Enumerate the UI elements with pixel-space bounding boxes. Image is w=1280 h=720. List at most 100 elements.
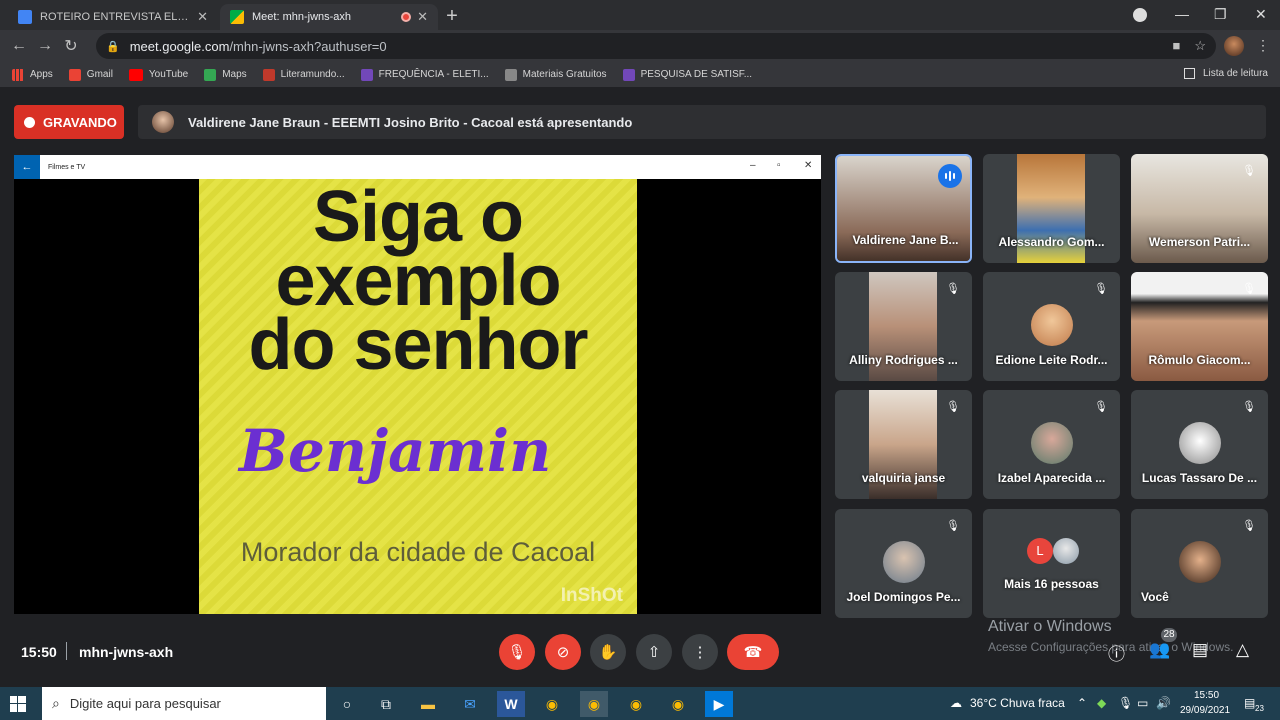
chrome-icon[interactable]: ◉ — [538, 691, 566, 717]
present-button[interactable]: ⇧ — [636, 634, 672, 670]
camera-icon[interactable]: ■ — [1172, 38, 1180, 54]
more-participants-tile[interactable]: L Mais 16 pessoas — [983, 509, 1120, 618]
address-bar[interactable]: 🔒 meet.google.com /mhn-jwns-axh?authuser… — [96, 33, 1216, 59]
minimize-icon[interactable]: – — [750, 160, 756, 171]
leave-call-button[interactable]: ☎ — [727, 634, 779, 670]
participant-name: Joel Domingos Pe... — [846, 590, 961, 604]
participant-tile[interactable]: 🎙 Alliny Rodrigues ... — [835, 272, 972, 381]
bookmark-literamundo[interactable]: Literamundo... — [262, 68, 345, 81]
star-icon[interactable]: ☆ — [1194, 38, 1206, 54]
bookmark-pesquisa[interactable]: PESQUISA DE SATISF... — [622, 68, 753, 81]
url-host: meet.google.com — [129, 38, 230, 54]
participant-tile[interactable]: Alessandro Gom... — [983, 154, 1120, 263]
mic-off-icon: 🎙 — [1242, 401, 1256, 413]
chat-icon[interactable]: ▤ — [1192, 640, 1208, 660]
close-tab-icon[interactable]: ✕ — [197, 9, 208, 25]
participant-tile[interactable]: 🎙 valquiria janse — [835, 390, 972, 499]
new-tab-button[interactable]: + — [442, 5, 462, 28]
word-icon[interactable]: W — [497, 691, 525, 717]
participant-tile[interactable]: 🎙 Izabel Aparecida ... — [983, 390, 1120, 499]
recording-label: GRAVANDO — [43, 114, 117, 130]
presenter-avatar — [152, 111, 174, 133]
cortana-icon[interactable]: ○ — [333, 691, 361, 717]
slide-subtitle: Morador da cidade de Cacoal — [240, 537, 596, 567]
minimize-icon[interactable]: — — [1175, 6, 1189, 22]
participant-tile[interactable]: 🎙 Joel Domingos Pe... — [835, 509, 972, 618]
meeting-code: mhn-jwns-axh — [79, 644, 174, 660]
participant-avatar — [1179, 422, 1221, 464]
participant-initial-avatar: L — [1027, 538, 1053, 564]
bookmark-label: Materiais Gratuitos — [522, 69, 607, 80]
people-count-badge: 28 — [1161, 628, 1177, 642]
bookmark-materiais[interactable]: Materiais Gratuitos — [504, 68, 607, 81]
apps-grid-icon — [12, 68, 24, 81]
participant-avatar — [883, 541, 925, 583]
reading-list-button[interactable]: Lista de leitura — [1183, 68, 1268, 79]
chrome-profile-icon[interactable]: ◉ — [580, 691, 608, 717]
windows-activation-title: Ativar o Windows — [988, 618, 1112, 635]
movies-tv-icon[interactable]: ▶ — [705, 691, 733, 717]
tray-chevron-icon[interactable]: ⌃ — [1077, 696, 1087, 710]
battery-icon[interactable]: ▭ — [1137, 696, 1148, 710]
microphone-tray-icon[interactable]: 🎙 — [1118, 696, 1133, 710]
file-explorer-icon[interactable]: ▬ — [414, 691, 442, 717]
activities-icon[interactable]: △ — [1236, 640, 1249, 660]
camera-toggle-button[interactable]: ⊘ — [545, 634, 581, 670]
meeting-info-icon[interactable]: ⓘ — [1108, 640, 1125, 665]
google-forms-icon — [622, 68, 635, 81]
bookmark-apps[interactable]: Apps — [12, 68, 53, 81]
more-options-button[interactable]: ⋮ — [682, 634, 718, 670]
presenting-banner: Valdirene Jane Braun - EEEMTI Josino Bri… — [138, 105, 1266, 139]
bookmark-frequencia[interactable]: FREQUÊNCIA - ELETI... — [360, 68, 489, 81]
volume-icon[interactable]: 🔊 — [1156, 696, 1171, 710]
bookmark-youtube[interactable]: YouTube — [128, 68, 188, 81]
presentation-stage: ← Filmes e TV – ▫ ✕ Siga o exemplo do se… — [14, 155, 821, 614]
bookmark-gmail[interactable]: Gmail — [68, 68, 113, 81]
maximize-icon[interactable]: ▫ — [777, 160, 781, 171]
bookmark-maps[interactable]: Maps — [204, 68, 247, 81]
forward-icon[interactable]: → — [32, 37, 58, 55]
tab-docs[interactable]: ROTEIRO ENTREVISTA ELETIVA - Doc ✕ — [8, 4, 218, 30]
participant-tile[interactable]: 🎙 Rômulo Giacom... — [1131, 272, 1268, 381]
windows-start-icon[interactable] — [10, 696, 26, 712]
back-arrow-icon[interactable]: ← — [14, 155, 40, 179]
taskbar-date[interactable]: 29/09/2021 — [1180, 705, 1230, 716]
chrome-profile-icon[interactable]: ◉ — [664, 691, 692, 717]
chrome-menu-icon[interactable]: ⋮ — [1256, 37, 1270, 54]
tab-meet[interactable]: Meet: mhn-jwns-axh ✕ — [220, 4, 438, 30]
people-icon[interactable]: 👥 — [1149, 640, 1170, 660]
taskbar-search[interactable]: ⌕ Digite aqui para pesquisar — [42, 687, 326, 720]
notifications-icon[interactable]: ▤ — [1244, 696, 1255, 710]
mic-toggle-button[interactable]: 🎙 — [499, 634, 535, 670]
participant-tile[interactable]: 🎙 Edione Leite Rodr... — [983, 272, 1120, 381]
taskbar-time[interactable]: 15:50 — [1194, 690, 1219, 701]
participant-name: Valdirene Jane B... — [852, 233, 959, 247]
participant-tile[interactable]: 🎙 Lucas Tassaro De ... — [1131, 390, 1268, 499]
close-icon[interactable]: ✕ — [804, 160, 812, 171]
close-window-icon[interactable]: ✕ — [1255, 6, 1267, 23]
tab-strip: ROTEIRO ENTREVISTA ELETIVA - Doc ✕ Meet:… — [0, 0, 1280, 30]
participant-tile[interactable]: 🎙 Wemerson Patri... — [1131, 154, 1268, 263]
participant-name: Alessandro Gom... — [998, 235, 1105, 249]
mail-icon[interactable]: ✉ — [456, 691, 484, 717]
self-tile[interactable]: 🎙 Você — [1131, 509, 1268, 618]
chrome-profile-icon[interactable]: ◉ — [622, 691, 650, 717]
task-view-icon[interactable]: ⧉ — [372, 691, 400, 717]
participant-tile[interactable]: Valdirene Jane B... — [835, 154, 972, 263]
close-tab-icon[interactable]: ✕ — [417, 9, 428, 25]
recording-button[interactable]: GRAVANDO — [14, 105, 124, 139]
mic-off-icon: 🎙 — [507, 644, 527, 661]
app-tray-icon[interactable]: ◆ — [1097, 696, 1106, 710]
reading-list-label: Lista de leitura — [1202, 68, 1268, 79]
google-forms-icon — [360, 68, 373, 81]
profile-avatar[interactable] — [1224, 36, 1244, 56]
back-icon[interactable]: ← — [6, 37, 32, 55]
bookmark-label: Literamundo... — [280, 69, 345, 80]
bookmark-label: PESQUISA DE SATISF... — [640, 69, 753, 80]
restore-icon[interactable]: ❐ — [1214, 6, 1227, 23]
participant-name: Você — [1141, 590, 1169, 604]
reload-icon[interactable]: ↻ — [58, 36, 84, 56]
weather-text[interactable]: 36°C Chuva fraca — [970, 696, 1065, 710]
profile-dropdown-icon[interactable] — [1133, 8, 1147, 22]
raise-hand-button[interactable]: ✋ — [590, 634, 626, 670]
